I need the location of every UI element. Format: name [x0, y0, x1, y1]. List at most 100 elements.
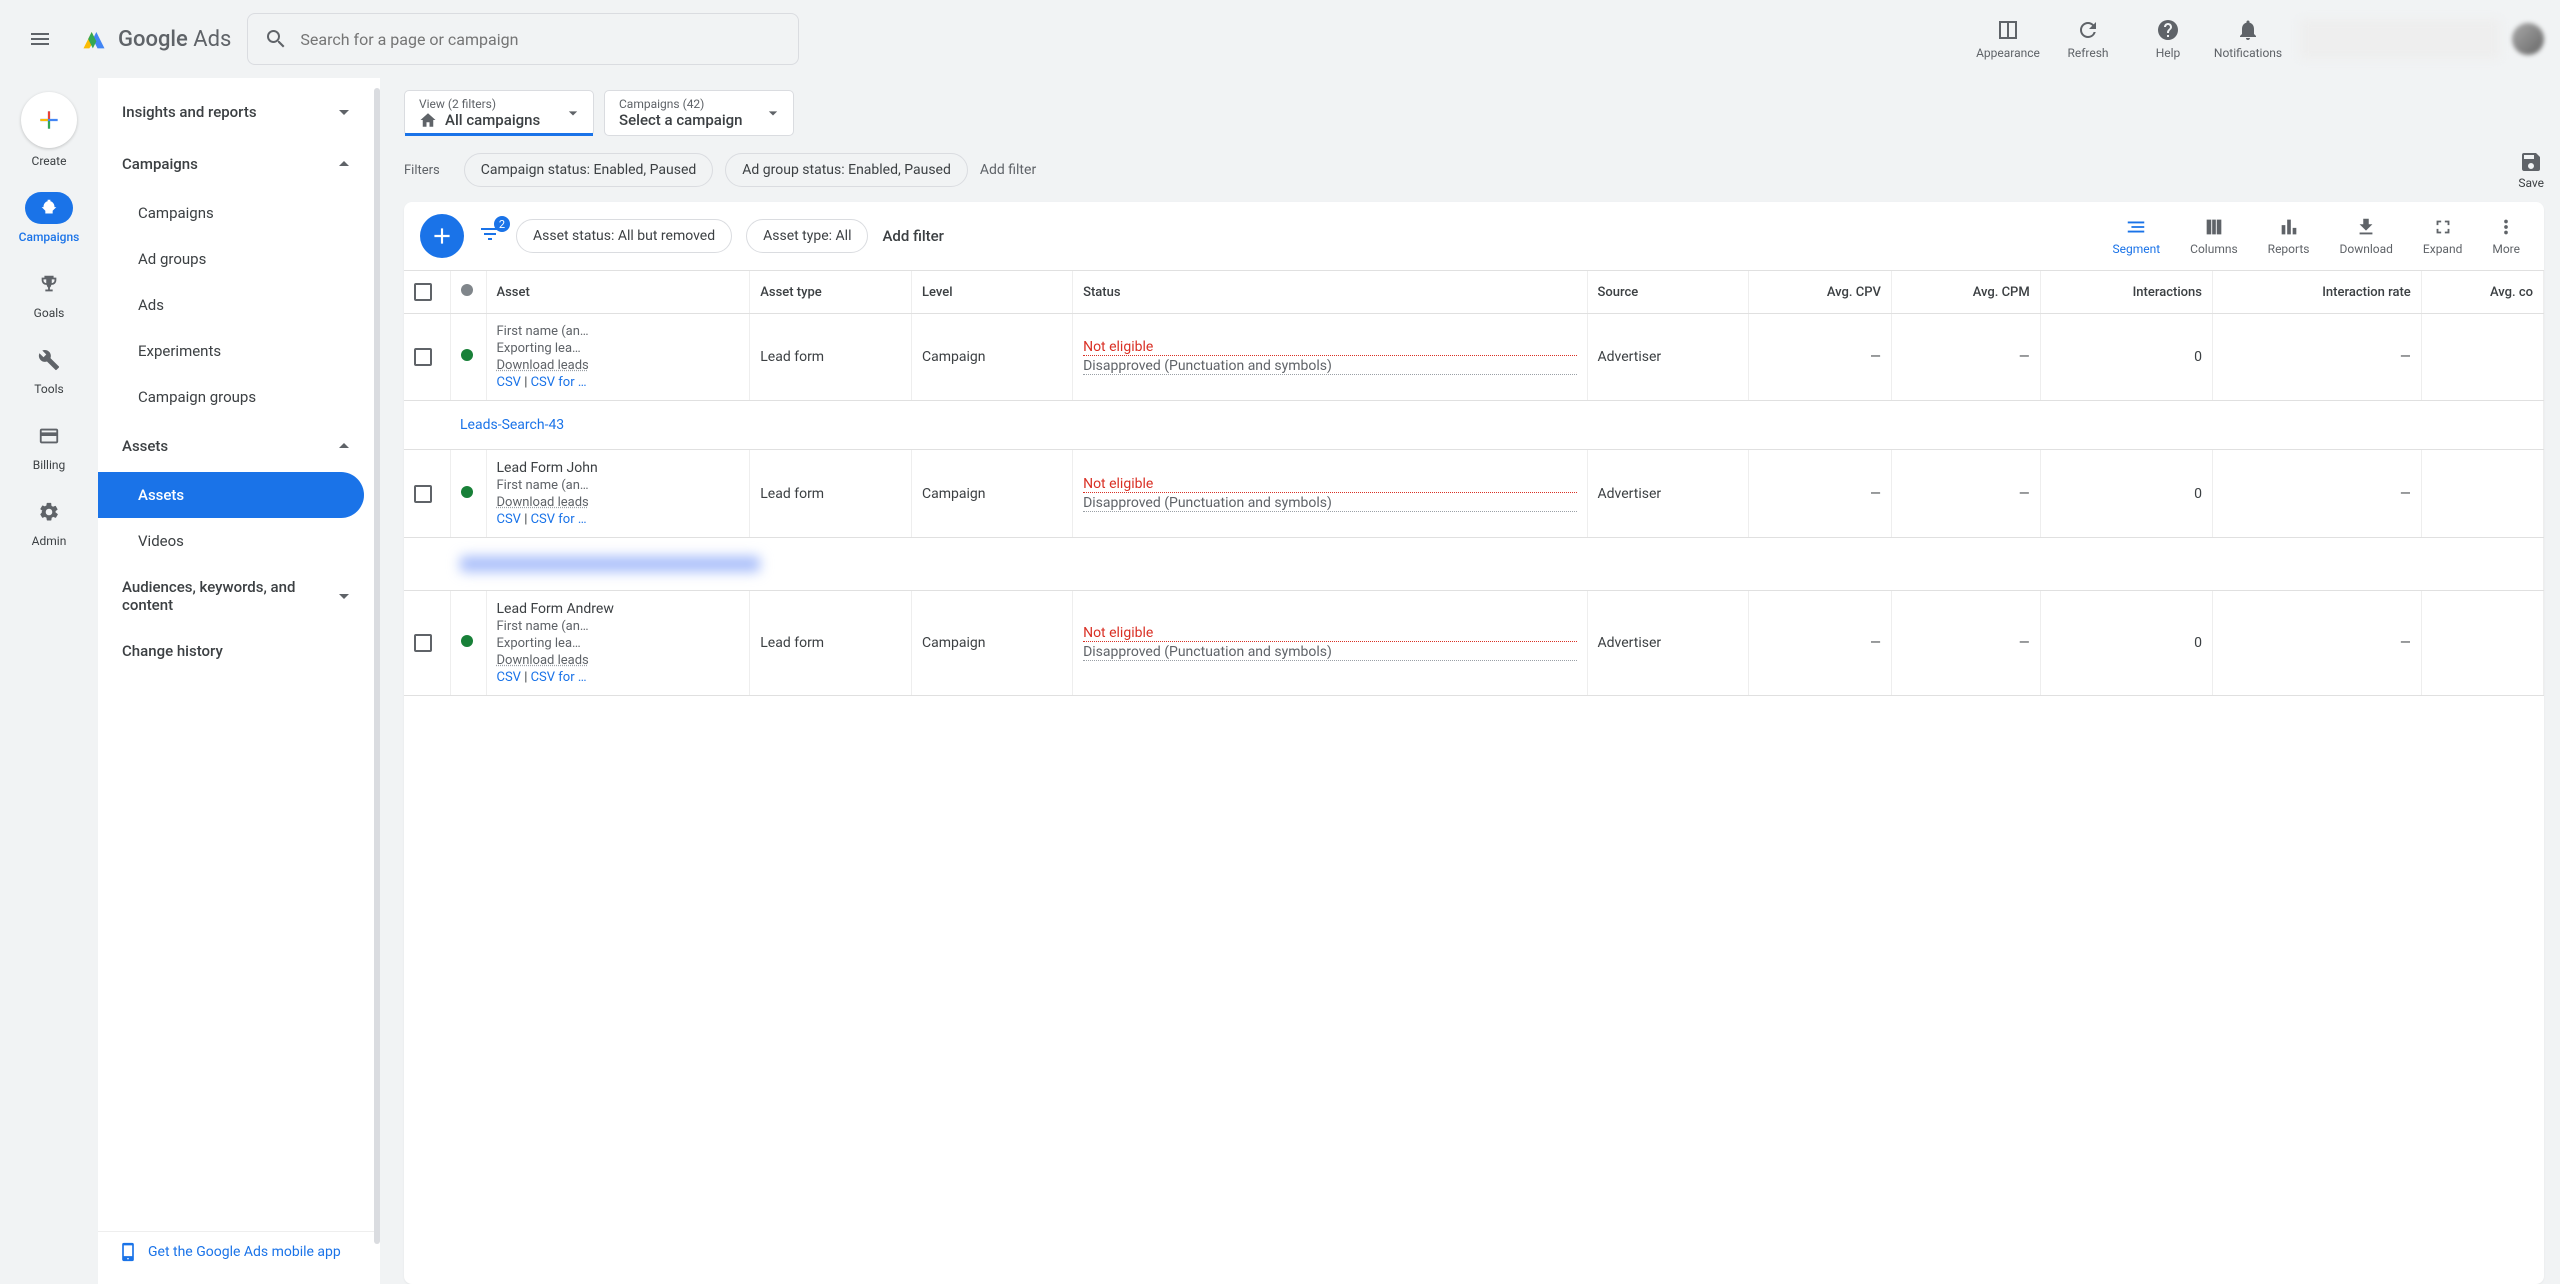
status-disapproved-reason[interactable]: Disapproved (Punctuation and symbols) [1083, 358, 1576, 375]
row-checkbox[interactable] [414, 634, 432, 652]
add-filter-link[interactable]: Add filter [980, 162, 1036, 178]
rail-goals[interactable]: Goals [25, 268, 73, 320]
cell-avg-cpv: — [1748, 591, 1891, 696]
chip-asset-type[interactable]: Asset type: All [746, 219, 868, 253]
nav-adgroups[interactable]: Ad groups [98, 236, 364, 282]
csv-link[interactable]: CSV [497, 512, 521, 527]
asset-title[interactable]: Lead Form Andrew [497, 601, 627, 617]
status-disapproved-reason[interactable]: Disapproved (Punctuation and symbols) [1083, 495, 1576, 512]
search-input[interactable] [300, 30, 782, 49]
save-button[interactable]: Save [2518, 150, 2544, 190]
status-not-eligible[interactable]: Not eligible [1083, 476, 1576, 493]
tool-expand[interactable]: Expand [2415, 216, 2470, 256]
filter-chip-campaign-status[interactable]: Campaign status: Enabled, Paused [464, 153, 714, 187]
col-level[interactable]: Level [912, 271, 1073, 314]
csv-for-link[interactable]: CSV for … [531, 375, 587, 390]
more-icon [2495, 216, 2517, 238]
search-bar[interactable] [247, 13, 799, 65]
rail-admin[interactable]: Admin [25, 496, 73, 548]
chip-asset-status[interactable]: Asset status: All but removed [516, 219, 732, 253]
chevron-up-icon [332, 152, 356, 176]
col-avg-cpv[interactable]: Avg. CPV [1748, 271, 1891, 314]
nav-campaigns[interactable]: Campaigns [98, 190, 364, 236]
download-leads-link[interactable]: Download leads [497, 358, 627, 373]
status-not-eligible[interactable]: Not eligible [1083, 339, 1576, 356]
campaign-group-row[interactable]: Leads-Search-43 [404, 401, 2544, 450]
cell-level: Campaign [912, 591, 1073, 696]
nav-assets-group[interactable]: Assets [98, 420, 380, 472]
gear-icon [38, 501, 60, 523]
nav-ads[interactable]: Ads [98, 282, 364, 328]
tool-columns[interactable]: Columns [2182, 216, 2246, 256]
chevron-down-icon [763, 103, 783, 123]
search-icon [264, 27, 288, 51]
hamburger-menu[interactable] [16, 15, 64, 63]
columns-icon [2203, 216, 2225, 238]
csv-link[interactable]: CSV [497, 375, 521, 390]
mobile-app-link[interactable]: Get the Google Ads mobile app [98, 1231, 380, 1272]
status-enabled-icon [461, 349, 473, 361]
appearance-button[interactable]: Appearance [1972, 18, 2044, 60]
col-interactions[interactable]: Interactions [2040, 271, 2212, 314]
card-icon [38, 425, 60, 447]
col-interaction-rate[interactable]: Interaction rate [2212, 271, 2421, 314]
chevron-down-icon [563, 103, 583, 123]
rail-tools[interactable]: Tools [25, 344, 73, 396]
status-not-eligible[interactable]: Not eligible [1083, 625, 1576, 642]
row-checkbox[interactable] [414, 485, 432, 503]
help-icon [2156, 18, 2180, 42]
col-source[interactable]: Source [1587, 271, 1748, 314]
col-status[interactable]: Status [1073, 271, 1587, 314]
col-avg-cost[interactable]: Avg. co [2421, 271, 2543, 314]
filter-icon-button[interactable]: 2 [478, 222, 502, 250]
add-asset-fab[interactable] [420, 214, 464, 258]
user-avatar[interactable] [2512, 23, 2544, 55]
campaign-picker[interactable]: Campaigns (42) Select a campaign [604, 90, 794, 136]
nav-videos[interactable]: Videos [98, 518, 364, 564]
brand-logo[interactable]: Google Ads [80, 25, 231, 53]
asset-subtitle: First name (an… [497, 478, 627, 493]
filter-count-badge: 2 [494, 216, 510, 232]
download-leads-link[interactable]: Download leads [497, 495, 627, 510]
col-asset-type[interactable]: Asset type [750, 271, 912, 314]
csv-for-link[interactable]: CSV for … [531, 512, 587, 527]
toolbar-add-filter[interactable]: Add filter [882, 227, 944, 245]
status-disapproved-reason[interactable]: Disapproved (Punctuation and symbols) [1083, 644, 1576, 661]
nav-change-history[interactable]: Change history [98, 628, 380, 674]
notifications-button[interactable]: Notifications [2212, 18, 2284, 60]
download-leads-link[interactable]: Download leads [497, 653, 627, 668]
tools-icon [38, 349, 60, 371]
rail-campaigns[interactable]: Campaigns [19, 192, 80, 244]
cell-interactions: 0 [2040, 450, 2212, 538]
brand-light: Ads [193, 27, 231, 52]
row-checkbox[interactable] [414, 348, 432, 366]
tool-download[interactable]: Download [2332, 216, 2401, 256]
view-picker[interactable]: View (2 filters) All campaigns [404, 90, 594, 136]
rail-billing[interactable]: Billing [25, 420, 73, 472]
nav-experiments[interactable]: Experiments [98, 328, 364, 374]
nav-campaigns-group[interactable]: Campaigns [98, 138, 380, 190]
nav-audiences[interactable]: Audiences, keywords, and content [98, 564, 380, 628]
nav-assets[interactable]: Assets [98, 472, 364, 518]
cell-interactions: 0 [2040, 314, 2212, 401]
tool-segment[interactable]: Segment [2104, 216, 2168, 256]
table-row: First name (an… Exporting lea… Download … [404, 314, 2544, 401]
create-fab[interactable] [21, 92, 77, 148]
col-avg-cpm[interactable]: Avg. CPM [1891, 271, 2040, 314]
segment-icon [2125, 216, 2147, 238]
select-all-checkbox[interactable] [414, 283, 432, 301]
asset-title[interactable]: Lead Form John [497, 460, 627, 476]
cell-interaction-rate: — [2212, 314, 2421, 401]
tool-reports[interactable]: Reports [2260, 216, 2318, 256]
help-button[interactable]: Help [2132, 18, 2204, 60]
tool-more[interactable]: More [2484, 216, 2528, 256]
nav-campaign-groups[interactable]: Campaign groups [98, 374, 364, 420]
cell-interaction-rate: — [2212, 450, 2421, 538]
csv-link[interactable]: CSV [497, 670, 521, 685]
refresh-button[interactable]: Refresh [2052, 18, 2124, 60]
csv-for-link[interactable]: CSV for … [531, 670, 587, 685]
nav-insights[interactable]: Insights and reports [98, 86, 380, 138]
filter-chip-adgroup-status[interactable]: Ad group status: Enabled, Paused [725, 153, 968, 187]
status-enabled-icon [461, 486, 473, 498]
col-asset[interactable]: Asset [486, 271, 750, 314]
